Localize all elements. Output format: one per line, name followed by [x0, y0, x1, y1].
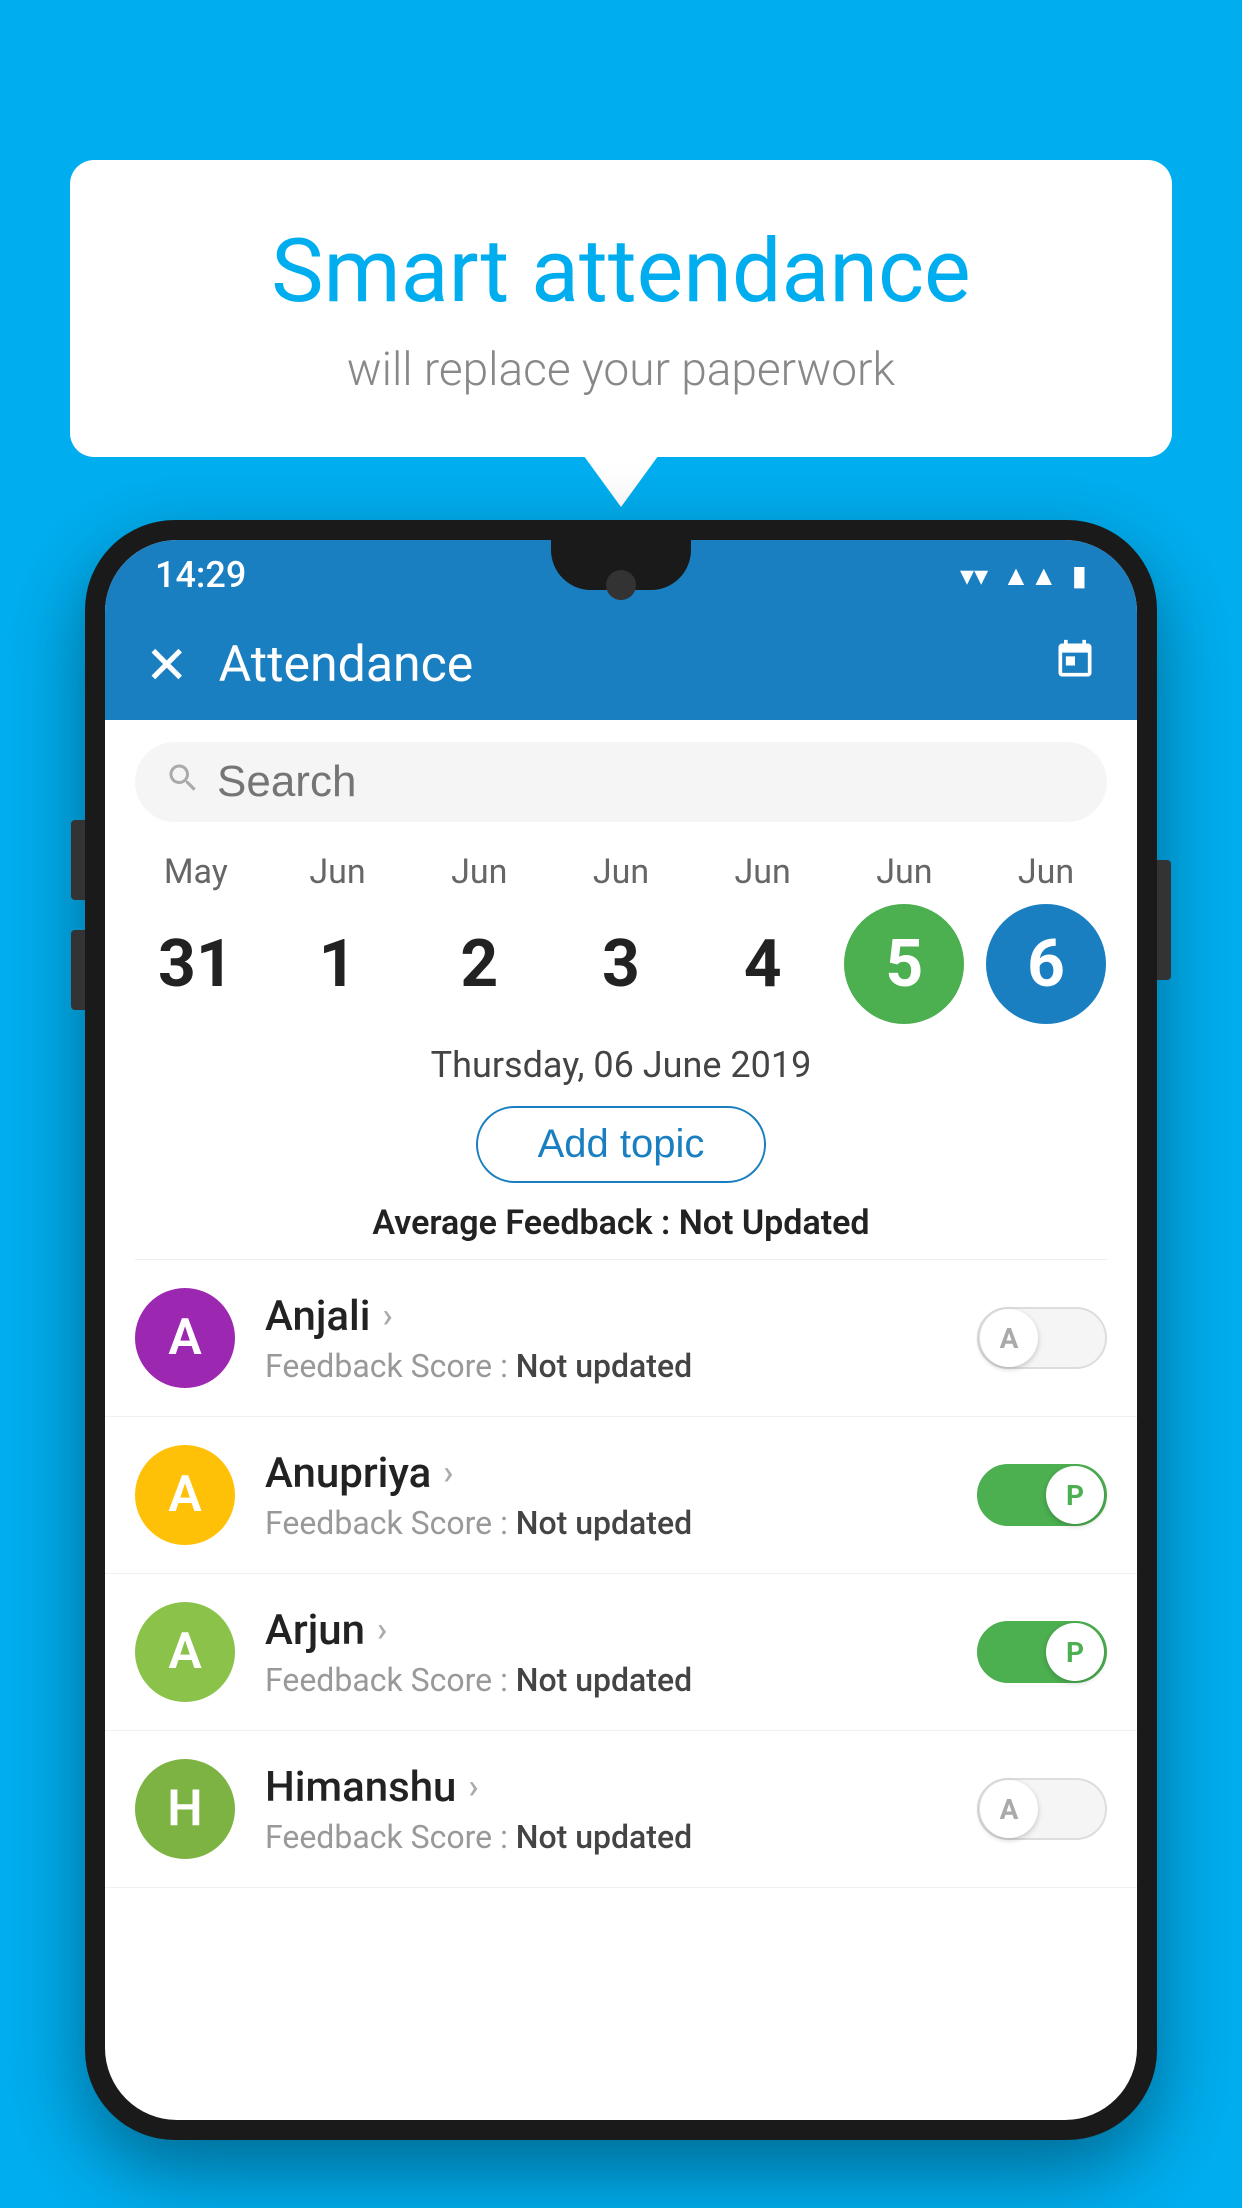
phone-mockup: 14:29 ▾▾ ▲▲ ▮ ✕ Attendance: [85, 520, 1157, 2208]
cal-month: Jun: [735, 852, 791, 892]
calendar-day[interactable]: Jun 2: [414, 852, 544, 1024]
bubble-title: Smart attendance: [150, 220, 1092, 323]
student-info: Anjali › Feedback Score : Not updated: [265, 1292, 947, 1385]
cal-date: 5: [844, 904, 964, 1024]
cal-date: 2: [419, 904, 539, 1024]
search-bar[interactable]: [135, 742, 1107, 822]
calendar-day[interactable]: Jun 1: [273, 852, 403, 1024]
toggle-thumb: A: [980, 1780, 1038, 1838]
avg-feedback-label: Average Feedback :: [372, 1203, 670, 1243]
toggle-thumb: A: [980, 1309, 1038, 1367]
search-input[interactable]: [217, 757, 1077, 807]
attendance-toggle[interactable]: A: [977, 1307, 1107, 1369]
toggle-thumb: P: [1046, 1623, 1104, 1681]
phone-camera: [606, 570, 636, 600]
signal-icon: ▲▲: [1002, 559, 1057, 592]
chevron-icon: ›: [468, 1767, 478, 1807]
status-icons: ▾▾ ▲▲ ▮: [960, 559, 1087, 592]
power-button: [1157, 860, 1171, 980]
student-feedback: Feedback Score : Not updated: [265, 1347, 947, 1385]
student-list: AAnjali ›Feedback Score : Not updatedAAA…: [105, 1260, 1137, 1888]
student-avatar: A: [135, 1288, 235, 1388]
calendar-day[interactable]: Jun 5: [839, 852, 969, 1024]
volume-up-button: [71, 820, 85, 900]
toggle-track: P: [977, 1464, 1107, 1526]
cal-date: 4: [703, 904, 823, 1024]
average-feedback: Average Feedback : Not Updated: [105, 1193, 1137, 1259]
student-name: Anupriya ›: [265, 1449, 947, 1498]
toggle-track: P: [977, 1621, 1107, 1683]
cal-month: Jun: [309, 852, 365, 892]
speech-bubble: Smart attendance will replace your paper…: [70, 160, 1172, 457]
search-icon: [165, 759, 201, 806]
battery-icon: ▮: [1072, 559, 1087, 592]
student-feedback: Feedback Score : Not updated: [265, 1661, 947, 1699]
calendar-day[interactable]: Jun 4: [698, 852, 828, 1024]
student-avatar: A: [135, 1602, 235, 1702]
attendance-toggle[interactable]: P: [977, 1621, 1107, 1683]
cal-month: May: [164, 852, 228, 892]
chevron-icon: ›: [377, 1610, 387, 1650]
cal-month: Jun: [876, 852, 932, 892]
calendar-day[interactable]: Jun 6: [981, 852, 1111, 1024]
chevron-icon: ›: [443, 1453, 453, 1493]
cal-date: 3: [561, 904, 681, 1024]
cal-month: Jun: [1018, 852, 1074, 892]
add-topic-button[interactable]: Add topic: [476, 1106, 767, 1183]
student-info: Himanshu › Feedback Score : Not updated: [265, 1763, 947, 1856]
avg-feedback-value: Not Updated: [679, 1203, 870, 1243]
student-name: Arjun ›: [265, 1606, 947, 1655]
student-item[interactable]: H Himanshu › Feedback Score : Not updated A: [105, 1731, 1137, 1888]
toggle-track: A: [977, 1307, 1107, 1369]
calendar-strip: May 31 Jun 1 Jun 2 Jun 3 Jun 4 Jun 5 Jun 6: [105, 832, 1137, 1024]
cal-date: 31: [136, 904, 256, 1024]
student-item[interactable]: A Anjali › Feedback Score : Not updated A: [105, 1260, 1137, 1417]
student-avatar: H: [135, 1759, 235, 1859]
close-button[interactable]: ✕: [145, 635, 189, 696]
selected-date-label: Thursday, 06 June 2019: [105, 1024, 1137, 1096]
attendance-toggle[interactable]: A: [977, 1778, 1107, 1840]
cal-date: 6: [986, 904, 1106, 1024]
phone-notch: [551, 540, 691, 590]
calendar-day[interactable]: May 31: [131, 852, 261, 1024]
student-info: Anupriya › Feedback Score : Not updated: [265, 1449, 947, 1542]
app-bar: ✕ Attendance: [105, 610, 1137, 720]
chevron-icon: ›: [382, 1296, 392, 1336]
calendar-day[interactable]: Jun 3: [556, 852, 686, 1024]
student-info: Arjun › Feedback Score : Not updated: [265, 1606, 947, 1699]
toggle-thumb: P: [1046, 1466, 1104, 1524]
student-item[interactable]: A Arjun › Feedback Score : Not updated P: [105, 1574, 1137, 1731]
student-item[interactable]: A Anupriya › Feedback Score : Not updated P: [105, 1417, 1137, 1574]
speech-bubble-container: Smart attendance will replace your paper…: [70, 160, 1172, 457]
bubble-subtitle: will replace your paperwork: [150, 343, 1092, 397]
wifi-icon: ▾▾: [960, 559, 988, 592]
attendance-toggle[interactable]: P: [977, 1464, 1107, 1526]
calendar-icon[interactable]: [1053, 638, 1097, 693]
app-title: Attendance: [219, 636, 1023, 694]
toggle-track: A: [977, 1778, 1107, 1840]
student-name: Himanshu ›: [265, 1763, 947, 1812]
student-feedback: Feedback Score : Not updated: [265, 1504, 947, 1542]
student-avatar: A: [135, 1445, 235, 1545]
cal-month: Jun: [593, 852, 649, 892]
cal-month: Jun: [451, 852, 507, 892]
volume-down-button: [71, 930, 85, 1010]
student-name: Anjali ›: [265, 1292, 947, 1341]
phone-screen: 14:29 ▾▾ ▲▲ ▮ ✕ Attendance: [105, 540, 1137, 2120]
status-time: 14:29: [155, 554, 246, 596]
cal-date: 1: [278, 904, 398, 1024]
student-feedback: Feedback Score : Not updated: [265, 1818, 947, 1856]
